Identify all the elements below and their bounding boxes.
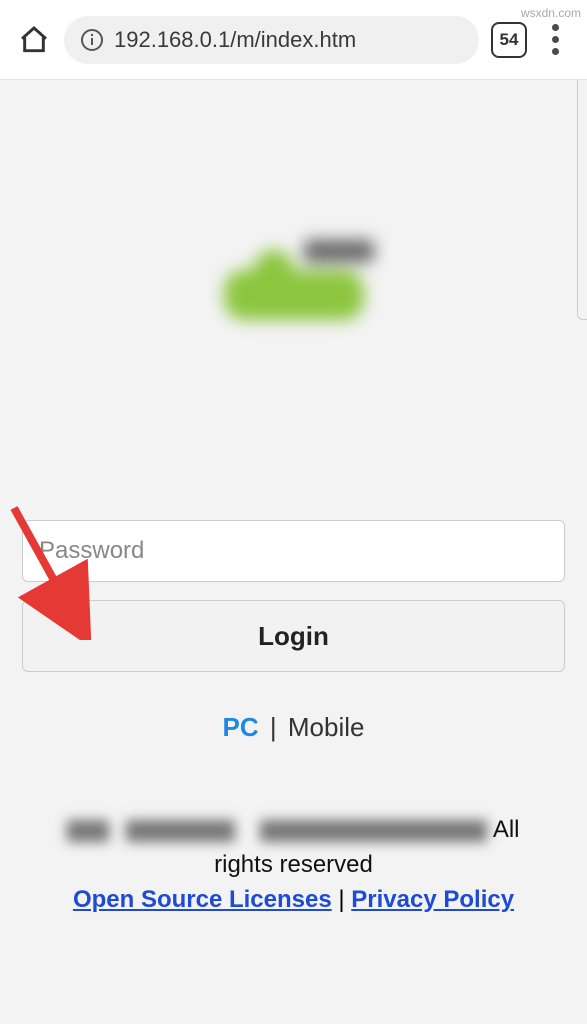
password-input[interactable] bbox=[22, 520, 565, 582]
brand-logo bbox=[0, 240, 587, 340]
copyright-blurred bbox=[67, 820, 487, 842]
footer: All rights reserved Open Source Licenses… bbox=[0, 813, 587, 917]
footer-link-separator: | bbox=[338, 886, 351, 913]
login-button[interactable]: Login bbox=[22, 600, 565, 672]
tab-count-value: 54 bbox=[500, 30, 519, 50]
open-source-link[interactable]: Open Source Licenses bbox=[73, 886, 332, 913]
login-form: Login bbox=[0, 520, 587, 672]
browser-toolbar: 192.168.0.1/m/index.htm 54 bbox=[0, 0, 587, 80]
scrollbar-hint[interactable] bbox=[577, 80, 587, 320]
switch-separator: | bbox=[270, 712, 284, 742]
view-switch: PC | Mobile bbox=[0, 712, 587, 743]
watermark: wsxdn.com bbox=[521, 6, 581, 20]
menu-dots-icon[interactable] bbox=[539, 24, 571, 55]
home-icon[interactable] bbox=[16, 22, 52, 58]
rights-reserved: rights reserved bbox=[28, 848, 559, 883]
copyright-suffix: All bbox=[493, 816, 520, 843]
switch-pc-link[interactable]: PC bbox=[223, 712, 259, 742]
tab-count-icon[interactable]: 54 bbox=[491, 22, 527, 58]
page-content: Login PC | Mobile All rights reserved Op… bbox=[0, 80, 587, 1024]
url-text: 192.168.0.1/m/index.htm bbox=[114, 27, 356, 53]
url-bar[interactable]: 192.168.0.1/m/index.htm bbox=[64, 16, 479, 64]
switch-mobile-link[interactable]: Mobile bbox=[288, 712, 365, 742]
info-icon bbox=[80, 28, 104, 52]
privacy-policy-link[interactable]: Privacy Policy bbox=[351, 886, 514, 913]
